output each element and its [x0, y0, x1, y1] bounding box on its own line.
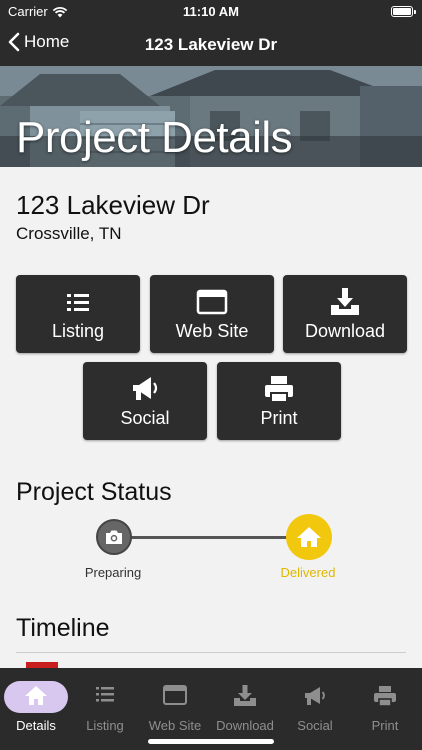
- tab-print-label: Print: [371, 718, 399, 733]
- preparing-step-label: Preparing: [84, 565, 142, 580]
- social-button[interactable]: Social: [83, 362, 207, 440]
- printer-icon: [374, 686, 396, 707]
- tab-bar: Details Listing Web Site Download Social…: [0, 668, 422, 750]
- printer-icon: [265, 375, 293, 403]
- preparing-step-indicator: [96, 519, 132, 555]
- battery-icon: [391, 6, 416, 17]
- property-address: 123 Lakeview Dr Crossville, TN: [16, 190, 210, 244]
- browser-window-icon: [163, 685, 187, 705]
- house-icon: [25, 686, 47, 705]
- tab-download[interactable]: Download: [210, 668, 280, 750]
- download-tray-icon: [234, 685, 256, 706]
- delivered-step-indicator: [286, 514, 332, 560]
- web-site-button-label: Web Site: [175, 320, 249, 341]
- navigation-bar: Home 123 Lakeview Dr: [0, 24, 422, 66]
- back-button[interactable]: Home: [8, 32, 69, 52]
- timeline-heading: Timeline: [16, 614, 110, 642]
- tab-listing[interactable]: Listing: [70, 668, 140, 750]
- status-bar: Carrier 11:10 AM: [0, 0, 422, 24]
- tab-print[interactable]: Print: [350, 668, 420, 750]
- download-tray-icon: [331, 287, 359, 315]
- list-icon: [67, 293, 89, 311]
- print-button-label: Print: [260, 407, 298, 428]
- tab-web-site[interactable]: Web Site: [140, 668, 210, 750]
- home-indicator[interactable]: [148, 739, 274, 744]
- house-icon: [297, 527, 321, 547]
- social-button-label: Social: [120, 407, 170, 428]
- tab-social[interactable]: Social: [280, 668, 350, 750]
- chevron-left-icon: [8, 32, 20, 52]
- web-site-button[interactable]: Web Site: [150, 275, 274, 353]
- project-status-heading: Project Status: [16, 478, 172, 506]
- list-icon: [96, 687, 114, 702]
- hero-banner: Project Details: [0, 66, 422, 167]
- browser-window-icon: [196, 289, 228, 314]
- camera-icon: [106, 530, 122, 544]
- listing-button[interactable]: Listing: [16, 275, 140, 353]
- print-button[interactable]: Print: [217, 362, 341, 440]
- hero-title: Project Details: [16, 113, 293, 162]
- back-label: Home: [24, 32, 70, 51]
- delivered-step-label: Delivered: [280, 565, 336, 580]
- download-button-label: Download: [304, 320, 386, 341]
- megaphone-icon: [305, 687, 325, 705]
- megaphone-icon: [133, 376, 158, 400]
- listing-button-label: Listing: [51, 320, 105, 341]
- timeline-divider: [16, 652, 406, 653]
- clock: 11:10 AM: [183, 4, 239, 19]
- city-state: Crossville, TN: [16, 224, 122, 243]
- status-progress-line: [114, 536, 310, 539]
- tab-details[interactable]: Details: [1, 668, 71, 750]
- street-address: 123 Lakeview Dr: [16, 190, 210, 220]
- download-button[interactable]: Download: [283, 275, 407, 353]
